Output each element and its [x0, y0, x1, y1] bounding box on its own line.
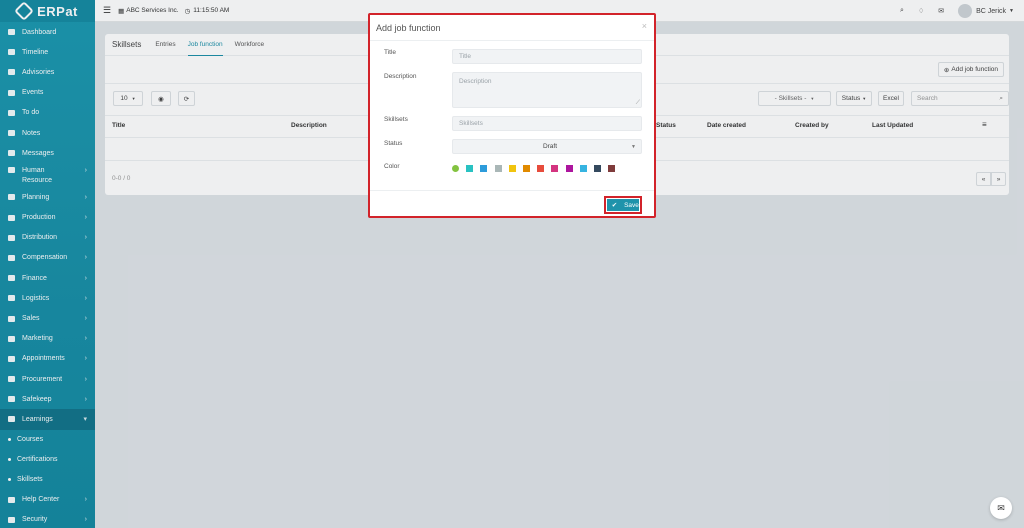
caret-down-icon: ▼ [631, 143, 636, 150]
status-value: Draft [542, 143, 558, 150]
status-select[interactable]: Draft ▼ [452, 139, 642, 154]
skillsets-placeholder: Skillsets [459, 120, 483, 127]
color-swatch[interactable] [480, 165, 488, 172]
save-button-highlight: ✔ Save [604, 196, 642, 214]
color-swatch[interactable] [594, 165, 601, 172]
color-swatch[interactable] [579, 165, 587, 172]
color-swatch[interactable] [508, 165, 516, 172]
color-swatch[interactable] [565, 165, 573, 172]
modal-footer [370, 190, 654, 191]
color-swatch[interactable] [551, 165, 559, 172]
title-field[interactable]: Title [452, 49, 642, 64]
color-swatch[interactable] [608, 165, 616, 172]
color-swatch[interactable] [466, 165, 474, 172]
title-placeholder: Title [459, 53, 472, 60]
color-label: Color [384, 163, 400, 170]
description-label: Description [384, 73, 417, 80]
color-swatch[interactable] [452, 165, 459, 172]
status-label: Status [384, 140, 403, 147]
save-label: Save [624, 199, 639, 211]
resize-handle-icon[interactable]: ⟋ [636, 100, 640, 107]
skillsets-field[interactable]: Skillsets [452, 116, 642, 131]
chat-bubble-icon[interactable]: ✉ [990, 497, 1012, 519]
add-job-function-modal: Add job function × Title Title Descripti… [368, 13, 656, 218]
check-circle-icon: ✔ [607, 199, 622, 211]
save-button[interactable]: ✔ Save [607, 199, 639, 211]
color-swatch[interactable] [494, 165, 502, 172]
color-swatch[interactable] [537, 165, 545, 172]
close-icon[interactable]: × [642, 21, 647, 31]
description-field[interactable]: Description ⟋ [452, 72, 642, 108]
modal-title: Add job function [376, 22, 441, 33]
skillsets-label: Skillsets [384, 116, 408, 123]
color-swatch[interactable] [523, 165, 530, 172]
modal-header: Add job function [370, 15, 654, 41]
description-placeholder: Description [459, 78, 492, 85]
title-label: Title [384, 49, 397, 56]
